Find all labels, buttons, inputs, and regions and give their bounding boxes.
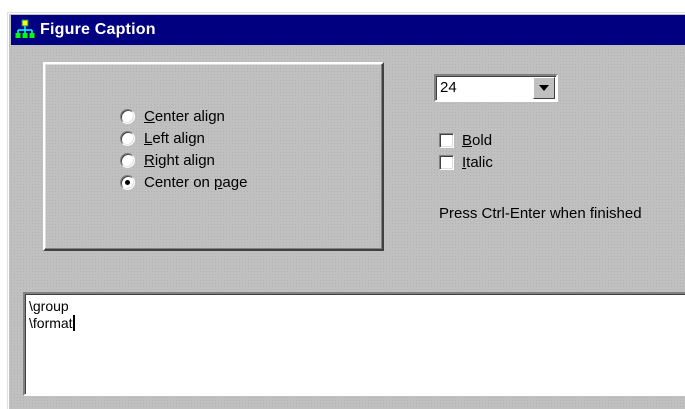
alignment-group: Center align Left align Right align Cent… (43, 62, 384, 251)
radio-button[interactable] (120, 108, 135, 124)
editor-line: \group (29, 298, 69, 314)
radio-button-selected[interactable] (120, 174, 135, 190)
editor-line-text: \format (29, 315, 73, 331)
radio-button[interactable] (120, 130, 135, 146)
font-size-combo[interactable]: 24 (434, 74, 558, 102)
italic-checkbox[interactable] (439, 154, 454, 170)
radio-button[interactable] (120, 152, 135, 168)
text-caret (72, 315, 75, 331)
window-title: Figure Caption (40, 21, 156, 38)
radio-center-on-page-label: Center on page (144, 173, 248, 191)
bold-checkbox[interactable] (439, 132, 454, 148)
dialog-window: Figure Caption Center align Left align R… (7, 12, 685, 409)
radio-right-align-label: Right align (144, 151, 215, 169)
bold-checkbox-row[interactable]: Bold (439, 130, 492, 150)
editor-line-cursor: \format (29, 315, 75, 331)
bold-label: Bold (462, 131, 493, 149)
radio-center-align-label: Center align (144, 107, 225, 125)
radio-left-align[interactable]: Left align (120, 128, 205, 148)
caption-editor[interactable]: \group \format (23, 292, 685, 396)
radio-center-on-page[interactable]: Center on page (120, 172, 247, 192)
font-size-value[interactable]: 24 (440, 79, 457, 96)
radio-center-align[interactable]: Center align (120, 106, 225, 126)
italic-label: Italic (462, 153, 493, 171)
radio-dot (125, 179, 130, 185)
title-bar[interactable]: Figure Caption (11, 15, 685, 45)
hint-text: Press Ctrl-Enter when finished (439, 205, 642, 222)
dropdown-button[interactable] (533, 77, 555, 99)
radio-right-align[interactable]: Right align (120, 150, 215, 170)
hierarchy-app-icon (15, 19, 35, 38)
italic-checkbox-row[interactable]: Italic (439, 152, 493, 172)
radio-left-align-label: Left align (144, 129, 205, 147)
chevron-down-icon (539, 85, 549, 91)
